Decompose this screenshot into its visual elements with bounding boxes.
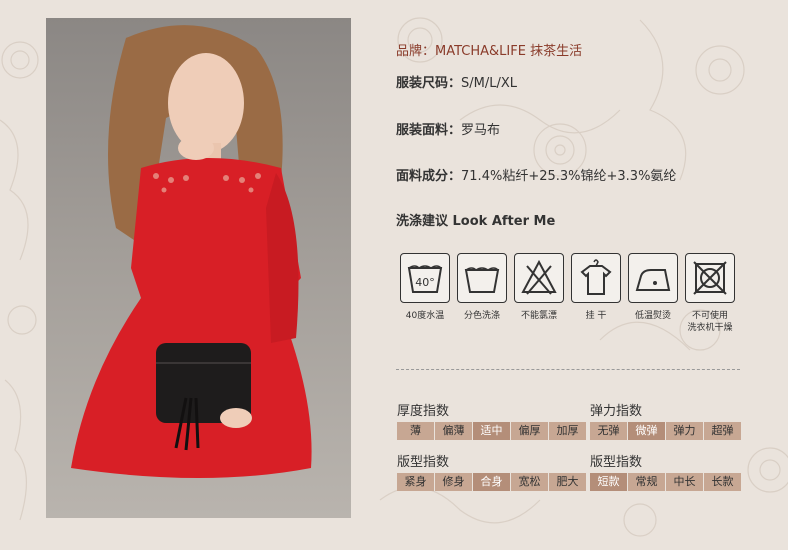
length-option-selected: 短款 (590, 473, 627, 491)
elasticity-title: 弹力指数 (590, 404, 643, 419)
care-label: 40度水温 (405, 311, 445, 321)
fit-option-selected: 合身 (473, 473, 510, 491)
length-title: 版型指数 (590, 455, 643, 470)
fabric-label: 服装面料： (396, 123, 462, 138)
hand-wash-icon (457, 253, 507, 303)
care-label: 不能氯漂 (520, 311, 557, 321)
care-label: 低温熨烫 (634, 311, 671, 321)
care-item-hang-dry: 挂 干 (571, 253, 621, 322)
no-tumble-dry-icon (685, 253, 735, 303)
care-item-wash-40: 40° 40度水温 (400, 253, 450, 322)
care-label: 分色洗涤 (463, 311, 500, 321)
fit-title: 版型指数 (397, 455, 450, 470)
thickness-option: 偏薄 (435, 422, 472, 440)
care-item-no-tumble-dry: 不可使用 洗衣机干燥 (685, 253, 735, 334)
size-label: 服装尺码： (396, 76, 462, 91)
care-label: 挂 干 (585, 311, 607, 321)
hang-dry-icon (571, 253, 621, 303)
size-row: 服装尺码：S/M/L/XL (396, 72, 517, 91)
thickness-title: 厚度指数 (397, 404, 450, 419)
fit-option: 肥大 (549, 473, 586, 491)
elasticity-option: 弹力 (666, 422, 703, 440)
fabric-value: 罗马布 (461, 123, 501, 138)
length-option: 长款 (704, 473, 741, 491)
wash-40-icon: 40° (400, 253, 450, 303)
section-divider (396, 369, 740, 370)
composition-label: 面料成分： (396, 169, 462, 184)
care-item-no-bleach: 不能氯漂 (514, 253, 564, 322)
thickness-option-selected: 适中 (473, 422, 510, 440)
brand-label: 品牌： (396, 44, 436, 59)
thickness-option: 加厚 (549, 422, 586, 440)
no-bleach-icon (514, 253, 564, 303)
care-title: 洗涤建议 Look After Me (396, 214, 556, 229)
thickness-option: 薄 (397, 422, 434, 440)
low-iron-icon (628, 253, 678, 303)
length-option: 中长 (666, 473, 703, 491)
care-label: 不可使用 洗衣机干燥 (687, 311, 733, 333)
wash-temp-glyph: 40° (415, 276, 435, 289)
fabric-row: 服装面料：罗马布 (396, 119, 500, 138)
elasticity-option: 超弹 (704, 422, 741, 440)
care-item-hand-wash: 分色洗涤 (457, 253, 507, 322)
brand-row: 品牌：MATCHA&LIFE 抹茶生活 (396, 40, 582, 59)
size-value: S/M/L/XL (461, 76, 518, 91)
length-option: 常规 (628, 473, 665, 491)
fit-option: 修身 (435, 473, 472, 491)
composition-value: 71.4%粘纤+25.3%锦纶+3.3%氨纶 (461, 169, 677, 184)
brand-value: MATCHA&LIFE 抹茶生活 (435, 44, 583, 59)
elasticity-option: 无弹 (590, 422, 627, 440)
care-item-low-iron: 低温熨烫 (628, 253, 678, 322)
fit-option: 宽松 (511, 473, 548, 491)
fit-option: 紧身 (397, 473, 434, 491)
product-photo (46, 18, 351, 518)
thickness-option: 偏厚 (511, 422, 548, 440)
composition-row: 面料成分：71.4%粘纤+25.3%锦纶+3.3%氨纶 (396, 165, 676, 184)
elasticity-option-selected: 微弹 (628, 422, 665, 440)
